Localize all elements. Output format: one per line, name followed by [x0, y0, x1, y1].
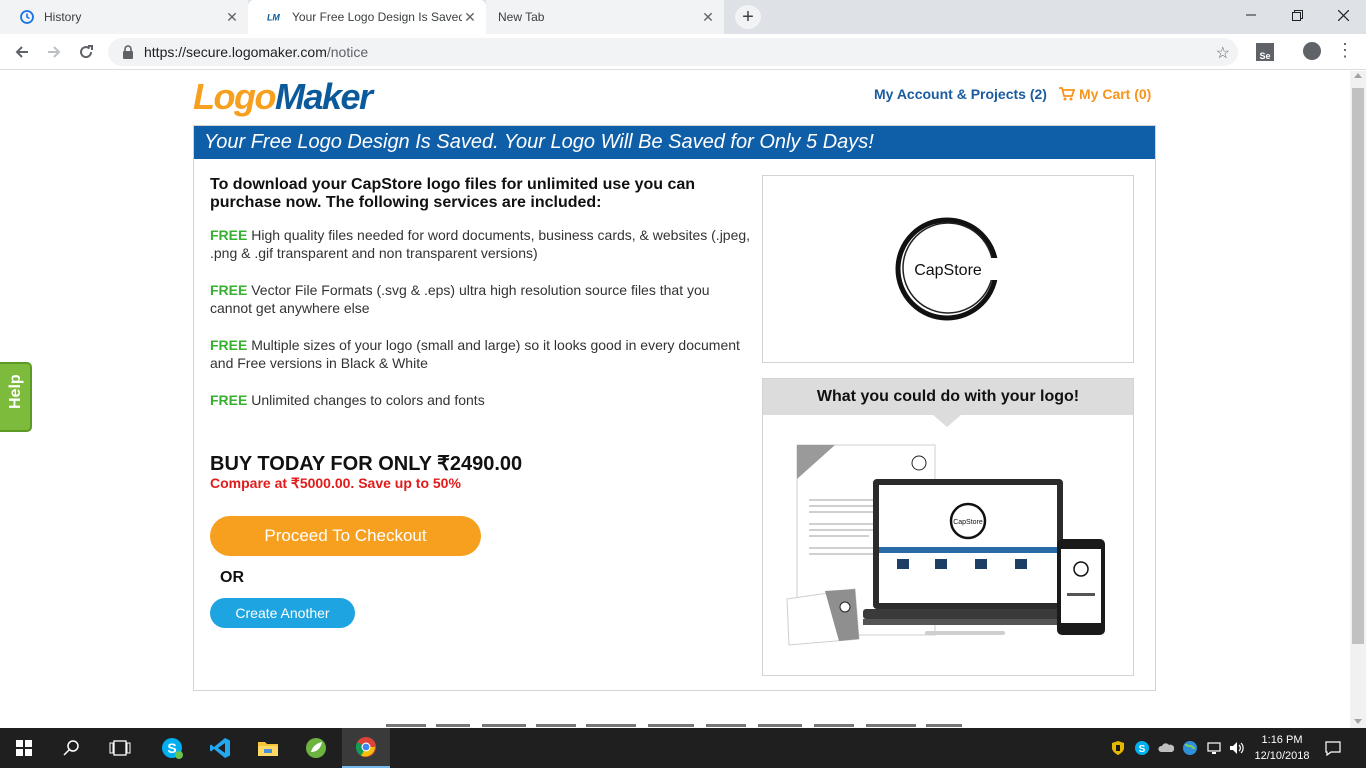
- my-cart-link[interactable]: My Cart (0): [1059, 86, 1151, 102]
- help-label: Help: [7, 374, 24, 409]
- back-icon[interactable]: [10, 40, 34, 64]
- file-explorer-icon[interactable]: [244, 728, 292, 768]
- lock-icon: [123, 45, 133, 59]
- svg-text:S: S: [1139, 744, 1146, 755]
- mockup-image: CapStore: [786, 444, 1105, 646]
- notice-panel: Your Free Logo Design Is Saved. Your Log…: [193, 125, 1156, 691]
- security-shield-icon[interactable]: [1110, 740, 1126, 756]
- tab-history[interactable]: History ✕: [0, 0, 248, 34]
- history-icon: [19, 9, 35, 25]
- onedrive-icon[interactable]: [1158, 740, 1174, 756]
- page-viewport: LogoMaker My Account & Projects (2) My C…: [0, 71, 1350, 728]
- logo-part-logo: Logo: [193, 76, 276, 117]
- forward-icon[interactable]: [42, 40, 66, 64]
- compare-price: Compare at ₹5000.00. Save up to 50%: [210, 475, 461, 491]
- logomaker-logo[interactable]: LogoMaker: [193, 76, 373, 117]
- network-icon[interactable]: [1206, 740, 1222, 756]
- scroll-thumb[interactable]: [1352, 88, 1364, 644]
- tab-title: Your Free Logo Design Is Saved. Y: [292, 10, 462, 24]
- saved-banner: Your Free Logo Design Is Saved. Your Log…: [194, 126, 1155, 159]
- footer-links-image: [386, 724, 962, 727]
- address-bar[interactable]: https://secure.logomaker.com/notice ☆: [108, 38, 1238, 66]
- reload-icon[interactable]: [74, 40, 98, 64]
- clock-date: 12/10/2018: [1254, 750, 1310, 762]
- feature-item: FREE Unlimited changes to colors and fon…: [210, 391, 755, 409]
- cart-icon: [1059, 87, 1075, 101]
- logo-preview: CapStore: [762, 175, 1134, 363]
- tab-title: New Tab: [498, 10, 545, 24]
- page-scrollbar[interactable]: [1350, 71, 1366, 728]
- free-tag: FREE: [210, 227, 248, 243]
- taskbar-clock[interactable]: 1:16 PM 12/10/2018: [1246, 732, 1318, 764]
- network-globe-icon[interactable]: [1182, 740, 1198, 756]
- logo-part-maker: Maker: [274, 76, 373, 117]
- spring-tool-icon[interactable]: [292, 728, 340, 768]
- mockup-logo-text: CapStore: [953, 519, 983, 526]
- browser-toolbar: https://secure.logomaker.com/notice ☆ Se…: [0, 34, 1366, 70]
- new-tab-button[interactable]: +: [735, 5, 761, 29]
- feature-item: FREE High quality files needed for word …: [210, 226, 755, 262]
- feature-text: Unlimited changes to colors and fonts: [251, 392, 485, 408]
- scroll-up-icon[interactable]: [1354, 73, 1362, 78]
- scroll-down-icon[interactable]: [1354, 719, 1362, 724]
- profile-avatar-icon[interactable]: [1303, 42, 1321, 60]
- bookmark-star-icon[interactable]: ☆: [1216, 43, 1230, 63]
- tab-logomaker[interactable]: LM Your Free Logo Design Is Saved. Y ✕: [248, 0, 486, 34]
- skype-icon[interactable]: S: [148, 728, 196, 768]
- free-tag: FREE: [210, 392, 248, 408]
- proceed-to-checkout-button[interactable]: Proceed To Checkout: [210, 516, 481, 556]
- restore-icon[interactable]: [1274, 0, 1320, 30]
- vscode-icon[interactable]: [196, 728, 244, 768]
- notifications-icon[interactable]: [1325, 740, 1341, 756]
- svg-text:LM: LM: [267, 13, 280, 23]
- footer-languages-strip: [386, 719, 966, 728]
- heading-pointer: [933, 415, 961, 427]
- chrome-icon[interactable]: [342, 728, 390, 768]
- windows-start-icon[interactable]: [0, 728, 48, 768]
- create-another-button[interactable]: Create Another: [210, 598, 355, 628]
- windows-taskbar: S S 1:16 PM 12/10/2018: [0, 728, 1366, 768]
- feature-text: High quality files needed for word docum…: [210, 227, 751, 261]
- price-heading: BUY TODAY FOR ONLY ₹2490.00: [210, 453, 523, 475]
- logo-text: CapStore: [914, 262, 982, 279]
- minimize-icon[interactable]: [1228, 0, 1274, 30]
- cart-label: My Cart (0): [1079, 86, 1152, 102]
- tab-title: History: [44, 10, 82, 24]
- task-view-icon[interactable]: [96, 728, 144, 768]
- logomaker-favicon-icon: LM: [267, 9, 283, 25]
- feature-text: Multiple sizes of your logo (small and l…: [210, 337, 740, 371]
- usage-panel: What you could do with your logo! CapSto…: [762, 378, 1134, 676]
- tab-new-tab[interactable]: New Tab ✕: [486, 0, 724, 34]
- close-icon[interactable]: ✕: [224, 9, 240, 25]
- feature-item: FREE Vector File Formats (.svg & .eps) u…: [210, 281, 755, 317]
- or-separator: OR: [220, 569, 244, 586]
- close-icon[interactable]: ✕: [462, 9, 478, 25]
- intro-text: To download your CapStore logo files for…: [210, 176, 696, 211]
- usage-heading: What you could do with your logo!: [763, 379, 1133, 415]
- capstore-logo-image: CapStore: [895, 217, 1000, 321]
- search-icon[interactable]: [48, 728, 96, 768]
- url-host: https://secure.logomaker.com: [144, 44, 327, 60]
- close-icon[interactable]: ✕: [700, 9, 716, 25]
- selenium-extension-icon[interactable]: Se: [1256, 43, 1274, 61]
- skype-tray-icon[interactable]: S: [1134, 740, 1150, 756]
- feature-text: Vector File Formats (.svg & .eps) ultra …: [210, 282, 710, 316]
- free-tag: FREE: [210, 282, 248, 298]
- help-tab[interactable]: Help: [0, 362, 32, 432]
- free-tag: FREE: [210, 337, 248, 353]
- volume-icon[interactable]: [1228, 740, 1244, 756]
- browser-tab-bar: History ✕ LM Your Free Logo Design Is Sa…: [0, 0, 1366, 34]
- clock-time: 1:16 PM: [1261, 734, 1303, 746]
- my-account-link[interactable]: My Account & Projects (2): [874, 86, 1047, 102]
- url-path: /notice: [326, 44, 369, 60]
- window-close-icon[interactable]: [1320, 0, 1366, 30]
- feature-item: FREE Multiple sizes of your logo (small …: [210, 336, 755, 372]
- menu-kebab-icon[interactable]: ⋮: [1336, 40, 1354, 61]
